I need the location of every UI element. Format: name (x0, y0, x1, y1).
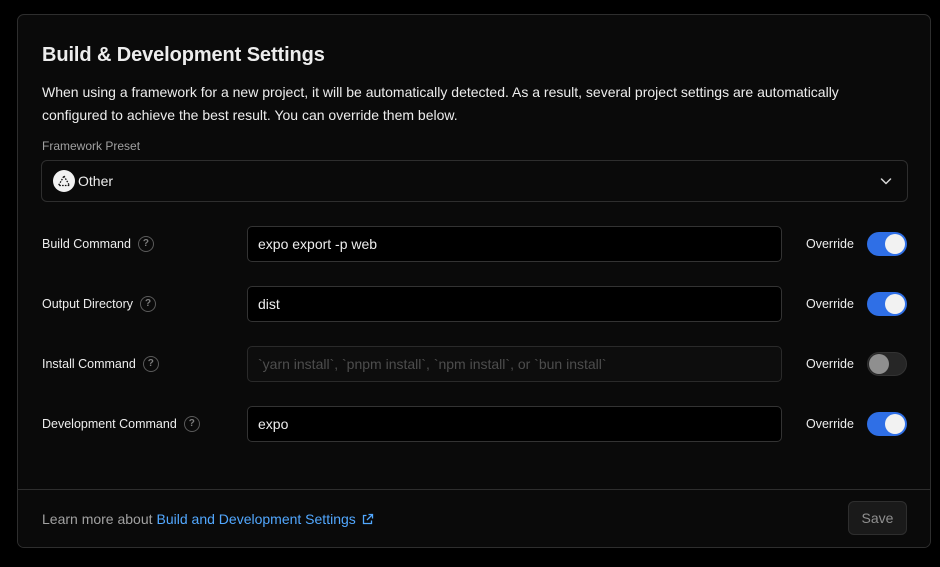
footer-text: Learn more about Build and Development S… (42, 490, 374, 547)
output-directory-input[interactable] (247, 286, 782, 322)
help-icon[interactable]: ? (140, 296, 157, 312)
toggle-knob (869, 354, 889, 374)
output-directory-label: Output Directory (42, 297, 134, 311)
triangle-logo-icon (53, 170, 75, 192)
install-command-label-wrap: Install Command ? (42, 346, 159, 382)
output-directory-override-toggle[interactable] (867, 292, 907, 316)
output-directory-label-wrap: Output Directory ? (42, 286, 157, 322)
development-command-input[interactable] (247, 406, 782, 442)
footer-prefix: Learn more about (42, 511, 153, 527)
help-icon[interactable]: ? (137, 236, 154, 252)
install-command-override-label: Override (806, 357, 854, 371)
docs-link[interactable]: Build and Development Settings (157, 511, 374, 527)
docs-link-text: Build and Development Settings (156, 511, 356, 527)
development-command-label: Development Command (42, 417, 177, 431)
build-command-override-label: Override (806, 237, 854, 251)
help-icon[interactable]: ? (142, 356, 159, 372)
framework-preset-value: Other (78, 173, 114, 189)
build-command-override-toggle[interactable] (867, 232, 907, 256)
section-title: Build & Development Settings (42, 44, 325, 66)
toggle-knob (885, 294, 905, 314)
section-description: When using a framework for a new project… (42, 84, 839, 123)
external-link-icon (362, 513, 373, 524)
output-directory-row: Output Directory ? Override (42, 286, 908, 322)
save-button[interactable]: Save (848, 501, 907, 535)
development-command-label-wrap: Development Command ? (42, 406, 200, 442)
build-command-row: Build Command ? Override (42, 226, 908, 262)
install-command-override-toggle[interactable] (867, 352, 907, 376)
chevron-down-icon (880, 178, 892, 185)
build-command-input[interactable] (247, 226, 782, 262)
toggle-knob (885, 414, 905, 434)
development-command-row: Development Command ? Override (42, 406, 908, 442)
output-directory-override-label: Override (806, 297, 854, 311)
build-command-label-wrap: Build Command ? (42, 226, 154, 262)
build-command-label: Build Command (42, 237, 131, 251)
framework-preset-label: Framework Preset (42, 139, 141, 153)
install-command-input[interactable] (247, 346, 782, 382)
build-settings-card: Build & Development Settings When using … (17, 14, 931, 548)
card-footer: Learn more about Build and Development S… (18, 489, 930, 547)
card-body: Build & Development Settings When using … (18, 15, 930, 491)
help-icon[interactable]: ? (183, 416, 200, 432)
development-command-override-toggle[interactable] (867, 412, 907, 436)
install-command-row: Install Command ? Override (42, 346, 908, 382)
development-command-override-label: Override (806, 417, 854, 431)
toggle-knob (885, 234, 905, 254)
install-command-label: Install Command (42, 357, 136, 371)
framework-preset-select[interactable]: Other (41, 160, 908, 202)
